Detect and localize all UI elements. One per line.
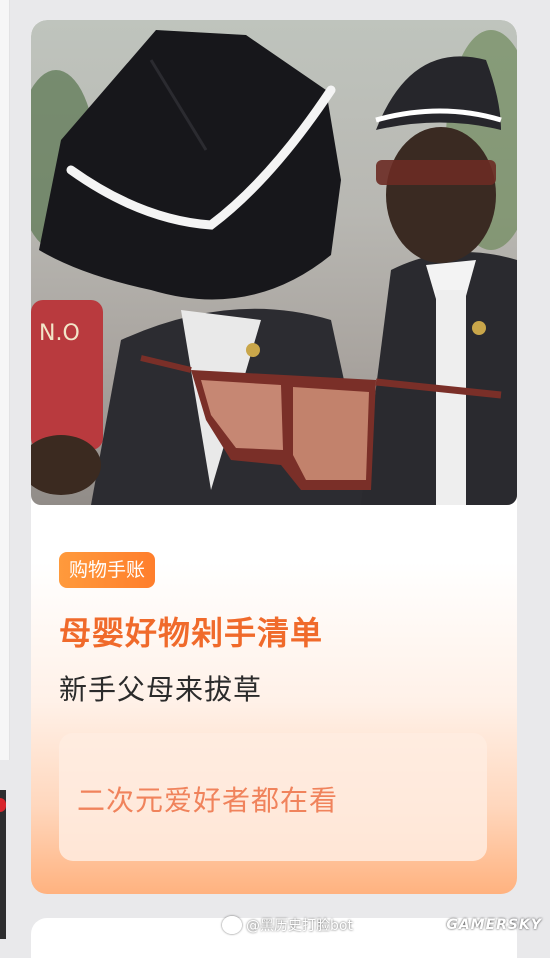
category-badge: 购物手账 <box>59 552 156 588</box>
watermark-handle: @黑历史打脸bot <box>246 918 353 934</box>
card-cover-image: N.O <box>31 20 517 505</box>
card-subtitle: 新手父母来拔草 <box>59 673 263 706</box>
weibo-watermark: @黑历史打脸bot <box>222 915 353 935</box>
audience-tag-text: 二次元爱好者都在看 <box>77 784 339 817</box>
card-title[interactable]: 母婴好物剁手清单 <box>59 608 323 654</box>
site-watermark: GAMERSKY <box>446 917 542 933</box>
svg-text:N.O: N.O <box>39 321 80 346</box>
feed-card[interactable]: N.O 购物手账 母婴好物剁手清单 新手父母来拔草 二次元爱好者都在看 <box>31 20 517 894</box>
previous-card-edge <box>0 0 10 760</box>
audience-tag-box[interactable]: 二次元爱好者都在看 <box>59 733 487 861</box>
side-card-edge <box>0 790 6 939</box>
weibo-icon <box>222 916 242 934</box>
